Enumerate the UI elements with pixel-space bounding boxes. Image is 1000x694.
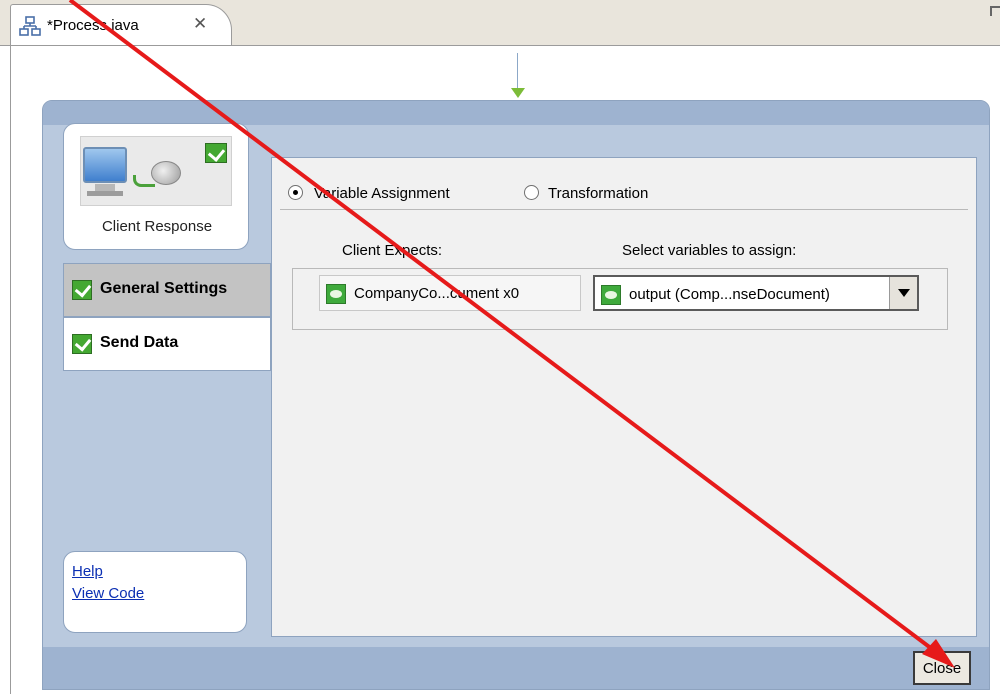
nav-item-label: General Settings	[100, 280, 228, 297]
dialog-header	[43, 101, 989, 125]
tab-process-java[interactable]: *Process.java ✕	[10, 4, 232, 46]
node-card: Client Response	[63, 123, 249, 250]
chevron-down-icon[interactable]	[889, 277, 917, 309]
variable-select[interactable]: output (Comp...nseDocument)	[593, 275, 919, 311]
selected-variable: output (Comp...nseDocument)	[629, 286, 830, 303]
nav-item-general-settings[interactable]: General Settings	[63, 263, 271, 317]
check-icon	[72, 334, 92, 354]
connector-arrow-icon	[511, 88, 525, 98]
close-icon[interactable]: ✕	[193, 14, 207, 34]
client-expects-value: CompanyCo...cument x0	[354, 285, 520, 302]
flow-connector	[517, 53, 518, 91]
restore-icon[interactable]	[990, 6, 1000, 16]
separator	[280, 209, 968, 210]
server-icon	[151, 161, 181, 185]
nav-item-label: Send Data	[100, 334, 179, 351]
transformation-label[interactable]: Transformation	[548, 185, 648, 202]
variable-assignment-label[interactable]: Variable Assignment	[314, 185, 450, 202]
select-variables-header: Select variables to assign:	[622, 242, 797, 259]
general-settings-panel: Variable Assignment Transformation Clien…	[271, 157, 977, 637]
node-label: Client Response	[101, 218, 213, 235]
process-icon	[19, 16, 41, 36]
client-response-dialog: Client Response General Settings Send Da…	[42, 100, 990, 690]
client-expects-header: Client Expects:	[342, 242, 443, 259]
client-expects-field: CompanyCo...cument x0	[319, 275, 581, 311]
variable-icon	[601, 285, 621, 305]
check-icon	[72, 280, 92, 300]
editor-tab-bar: *Process.java ✕	[0, 0, 1000, 46]
variable-icon	[326, 284, 346, 304]
close-button[interactable]: Close	[913, 651, 971, 685]
help-link[interactable]: Help	[72, 563, 103, 580]
transformation-radio[interactable]	[524, 185, 539, 200]
client-response-icon	[80, 136, 232, 206]
variable-assignment-radio[interactable]	[288, 185, 303, 200]
nav-item-send-data[interactable]: Send Data	[63, 317, 271, 371]
help-links-card: Help View Code	[63, 551, 247, 633]
monitor-icon	[83, 147, 127, 183]
view-code-link[interactable]: View Code	[72, 585, 144, 602]
dialog-footer	[43, 647, 989, 689]
check-icon	[205, 143, 227, 163]
variable-mapping-row: CompanyCo...cument x0 output (Comp...nse…	[292, 268, 948, 330]
tab-title: *Process.java	[47, 17, 139, 34]
